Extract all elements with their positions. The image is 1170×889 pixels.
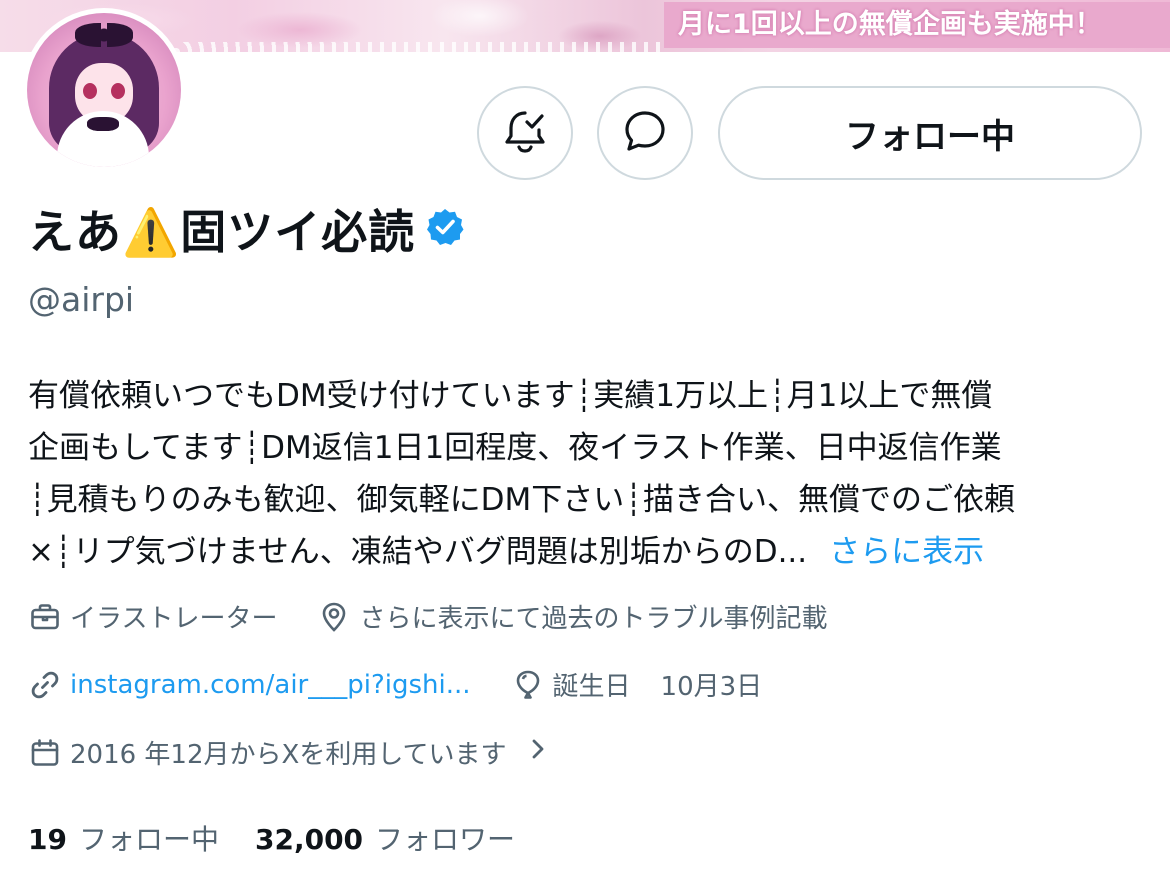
website-item[interactable]: instagram.com/air___pi?igshi... — [28, 668, 471, 702]
profile-banner[interactable]: 月に1回以上の無償企画も実施中！ — [0, 0, 1170, 52]
location-text: さらに表示にて過去のトラブル事例記載 — [359, 604, 828, 634]
followers-label: フォロワー — [375, 823, 516, 856]
profile-page: 月に1回以上の無償企画も実施中！ フォロー中 えあ⚠️固ツイ必読 @airpi … — [0, 0, 1170, 889]
meta-row-1: イラストレーター さらに表示にて過去のトラブル事例記載 — [28, 598, 828, 635]
banner-text: 月に1回以上の無償企画も実施中！ — [664, 2, 1170, 48]
birthday-item: 誕生日 10月3日 — [511, 666, 763, 703]
avatar-eye-right — [111, 83, 125, 99]
avatar-bow — [75, 23, 133, 47]
verified-badge-icon[interactable] — [425, 207, 465, 251]
bio-line: ┊見積もりのみも歓迎、御気軽にDM下さい┊描き合い、無償でのご依頼 — [28, 482, 1015, 518]
avatar-eye-left — [83, 83, 97, 99]
location-item: さらに表示にて過去のトラブル事例記載 — [317, 598, 828, 635]
bio: 有償依頼いつでもDM受け付けています┊実績1万以上┊月1以上で無償 企画もしてま… — [28, 370, 1148, 578]
link-icon — [28, 668, 62, 702]
bio-line-last: ×┊リプ気づけません、凍結やバグ問題は別垢からのD... さらに表示 — [28, 526, 1148, 578]
website-link[interactable]: instagram.com/air___pi?igshi... — [70, 670, 471, 700]
bio-line: ×┊リプ気づけません、凍結やバグ問題は別垢からのD... — [28, 534, 808, 570]
profession-text: イラストレーター — [70, 604, 278, 634]
message-bubble-icon — [622, 108, 668, 158]
avatar[interactable] — [22, 8, 186, 172]
display-name: えあ⚠️固ツイ必読 — [28, 205, 416, 259]
meta-row-2: instagram.com/air___pi?igshi... 誕生日 10月3… — [28, 666, 762, 703]
banner-lace-decoration — [170, 42, 665, 52]
bio-line: 有償依頼いつでもDM受け付けています┊実績1万以上┊月1以上で無償 — [28, 378, 993, 414]
avatar-image — [27, 13, 181, 167]
birthday-label: 誕生日 — [552, 672, 631, 702]
calendar-icon — [28, 736, 62, 770]
bell-check-icon — [503, 108, 547, 158]
followers-count: 32,000 — [254, 823, 364, 856]
notifications-button[interactable] — [477, 86, 573, 180]
joined-item[interactable]: 2016 年12月からXを利用しています — [28, 734, 547, 771]
following-stat[interactable]: 19 フォロー中 — [28, 818, 219, 858]
following-label: フォロー中 — [78, 823, 219, 856]
joined-text: 2016 年12月からXを利用しています — [70, 740, 507, 770]
followers-stat[interactable]: 32,000 フォロワー — [255, 818, 515, 858]
birthday-date: 10月3日 — [660, 672, 763, 702]
display-name-row: えあ⚠️固ツイ必読 — [28, 198, 465, 260]
follow-stats: 19 フォロー中 32,000 フォロワー — [28, 818, 515, 858]
meta-row-3[interactable]: 2016 年12月からXを利用しています — [28, 734, 547, 771]
balloon-icon — [511, 668, 545, 702]
chevron-right-icon — [529, 736, 547, 769]
profession-item: イラストレーター — [28, 598, 277, 635]
location-pin-icon — [317, 600, 351, 634]
show-more-link[interactable]: さらに表示 — [829, 534, 984, 570]
bio-line: 企画もしてます┊DM返信1日1回程度、夜イラスト作業、日中返信作業 — [28, 430, 1002, 466]
following-button[interactable]: フォロー中 — [718, 86, 1142, 180]
briefcase-icon — [28, 600, 62, 634]
following-count: 19 — [28, 823, 67, 856]
message-button[interactable] — [597, 86, 693, 180]
user-handle: @airpi — [28, 280, 135, 319]
